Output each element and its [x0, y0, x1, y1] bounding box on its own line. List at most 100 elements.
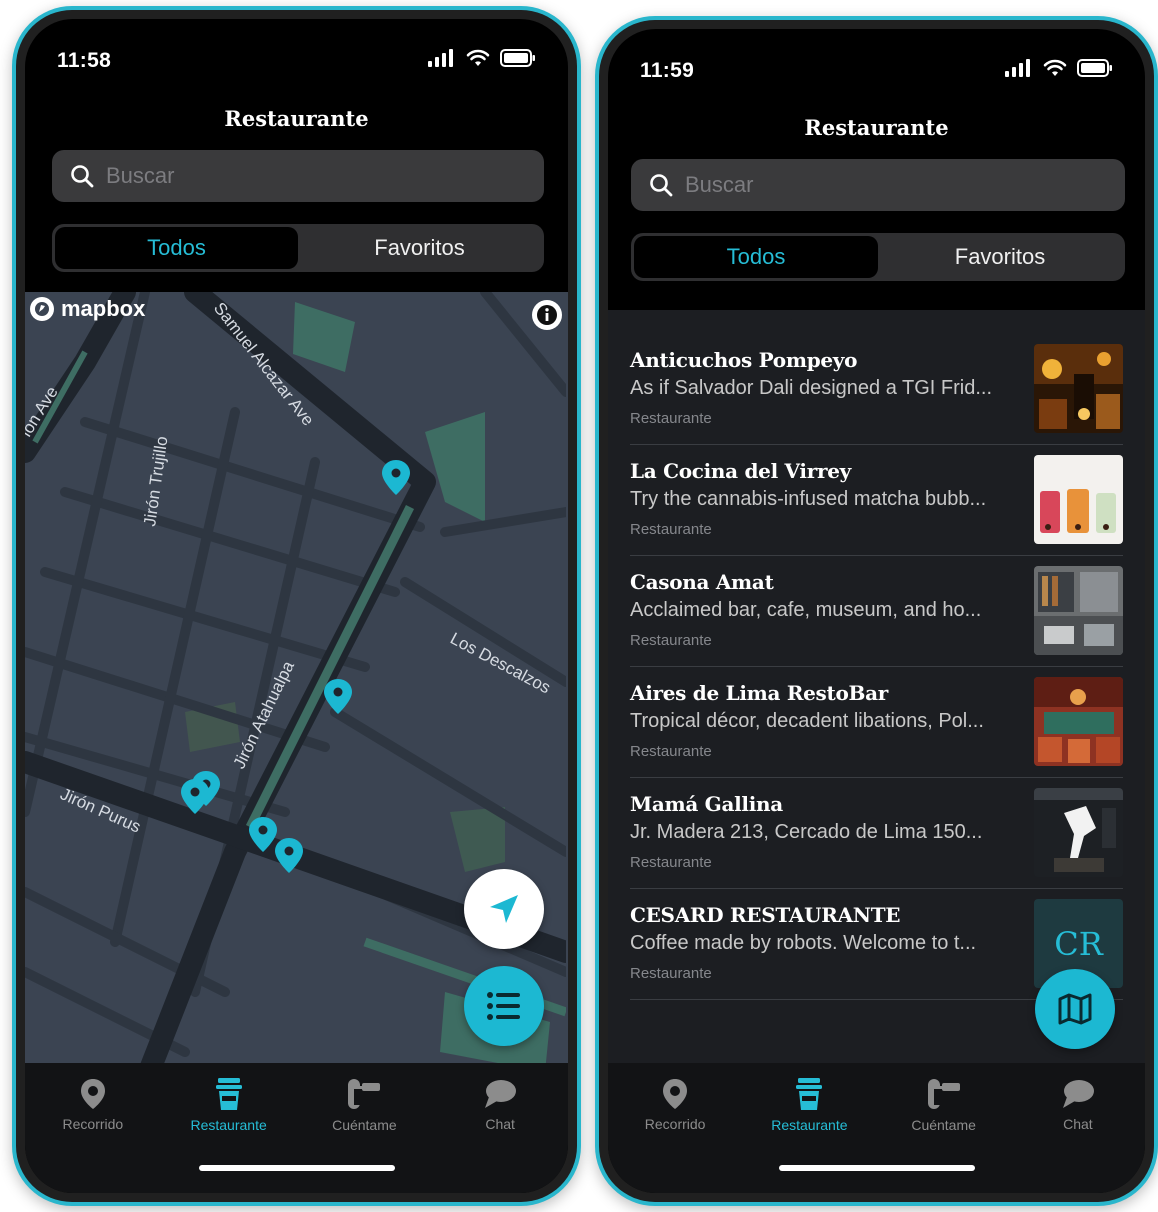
- search-input[interactable]: Buscar: [52, 150, 544, 202]
- signal-icon: [1005, 59, 1030, 77]
- phone-map-view: 11:58 Restaurante Buscar Todos Favoritos: [12, 6, 581, 1206]
- restaurant-name: Anticuchos Pompeyo: [630, 348, 858, 372]
- thumbnail-image: [1034, 788, 1123, 877]
- battery-icon: [1077, 59, 1112, 77]
- map-icon: [1058, 993, 1092, 1025]
- navigation-arrow-icon: [490, 895, 518, 923]
- tab-chat[interactable]: Chat: [432, 1078, 568, 1132]
- location-pin-icon: [80, 1079, 105, 1109]
- search-input[interactable]: Buscar: [631, 159, 1125, 211]
- phone-bezel: 11:58 Restaurante Buscar Todos Favoritos: [16, 10, 577, 1202]
- bottom-tab-bar: Recorrido Restaurante Cuéntame Chat: [608, 1063, 1145, 1193]
- screen: 11:59 Restaurante Buscar Todos Favoritos…: [608, 29, 1145, 1193]
- map-view-button[interactable]: [1035, 969, 1115, 1049]
- location-pin-icon: [663, 1079, 688, 1109]
- map-pin[interactable]: [382, 460, 410, 495]
- tab-label: Cuéntame: [332, 1117, 397, 1133]
- home-indicator: [198, 1165, 395, 1171]
- tab-favoritos[interactable]: Favoritos: [298, 227, 541, 269]
- restaurant-thumbnail: [1034, 677, 1123, 766]
- restaurant-name: La Cocina del Virrey: [630, 459, 851, 483]
- home-indicator: [778, 1165, 975, 1171]
- list-icon: [487, 992, 520, 1020]
- list-item[interactable]: La Cocina del Virrey Try the cannabis-in…: [630, 445, 1123, 556]
- thumbnail-image: [1034, 566, 1123, 655]
- thumbnail-initials: CR: [1054, 924, 1103, 963]
- tab-recorrido[interactable]: Recorrido: [25, 1078, 161, 1132]
- thumbnail-image: [1034, 455, 1123, 544]
- thumbnail-image: [1034, 344, 1123, 433]
- page-title: Restaurante: [804, 115, 949, 140]
- tab-label: Chat: [485, 1116, 515, 1132]
- bottom-tab-bar: Recorrido Restaurante Cuéntame Chat: [25, 1063, 568, 1193]
- restaurant-description: Acclaimed bar, cafe, museum, and ho...: [630, 599, 982, 621]
- segmented-control: Todos Favoritos: [52, 224, 544, 272]
- tab-cuentame[interactable]: Cuéntame: [297, 1077, 433, 1133]
- tab-label: Restaurante: [771, 1117, 848, 1133]
- audio-guide-icon: [348, 1079, 381, 1109]
- status-time: 11:58: [57, 49, 112, 72]
- status-time: 11:59: [640, 59, 695, 82]
- search-icon: [71, 165, 94, 188]
- restaurant-description: Tropical décor, decadent libations, Pol.…: [630, 710, 984, 732]
- restaurant-description: As if Salvador Dali designed a TGI Frid.…: [630, 377, 993, 399]
- tab-restaurante[interactable]: Restaurante: [161, 1077, 297, 1133]
- segmented-control: Todos Favoritos: [631, 233, 1125, 281]
- list-item[interactable]: Anticuchos Pompeyo As if Salvador Dali d…: [630, 334, 1123, 445]
- signal-icon: [428, 49, 453, 67]
- restaurant-name: CESARD RESTAURANTE: [630, 903, 901, 927]
- tab-label: Recorrido: [644, 1116, 706, 1132]
- tab-todos[interactable]: Todos: [55, 227, 298, 269]
- restaurant-category: Restaurante: [630, 632, 712, 649]
- wifi-icon: [1043, 59, 1067, 76]
- restaurant-category: Restaurante: [630, 854, 712, 871]
- phone-bezel: 11:59 Restaurante Buscar Todos Favoritos…: [599, 20, 1154, 1202]
- restaurant-category: Restaurante: [630, 410, 712, 427]
- restaurant-category: Restaurante: [630, 521, 712, 538]
- coffee-cup-icon: [215, 1078, 242, 1110]
- tab-chat[interactable]: Chat: [1011, 1078, 1145, 1132]
- map-view[interactable]: Samuel Alcazar Ave Jirón Trujillo Jirón …: [25, 292, 568, 1074]
- restaurant-thumbnail: [1034, 455, 1123, 544]
- info-icon: [537, 305, 557, 325]
- restaurant-thumbnail: [1034, 788, 1123, 877]
- search-placeholder: Buscar: [106, 163, 175, 188]
- restaurant-list: Anticuchos Pompeyo As if Salvador Dali d…: [608, 310, 1145, 1063]
- search-icon: [650, 174, 673, 197]
- restaurant-name: Mamá Gallina: [630, 792, 783, 816]
- map-pin[interactable]: [324, 679, 352, 714]
- thumbnail-image: [1034, 677, 1123, 766]
- restaurant-thumbnail: [1034, 566, 1123, 655]
- chat-bubble-icon: [485, 1080, 517, 1108]
- tab-label: Chat: [1063, 1116, 1093, 1132]
- page-title: Restaurante: [224, 106, 369, 131]
- wifi-icon: [466, 49, 490, 66]
- map-canvas[interactable]: Samuel Alcazar Ave Jirón Trujillo Jirón …: [25, 292, 566, 1074]
- list-item[interactable]: Mamá Gallina Jr. Madera 213, Cercado de …: [630, 778, 1123, 889]
- tab-todos[interactable]: Todos: [634, 236, 878, 278]
- tab-label: Recorrido: [62, 1116, 124, 1132]
- chat-bubble-icon: [1062, 1080, 1094, 1108]
- restaurant-name: Casona Amat: [630, 570, 774, 594]
- audio-guide-icon: [927, 1079, 960, 1109]
- status-icons: [1005, 59, 1113, 77]
- list-item[interactable]: Casona Amat Acclaimed bar, cafe, museum,…: [630, 556, 1123, 667]
- status-bar: 11:59: [608, 29, 1145, 89]
- restaurant-thumbnail: [1034, 344, 1123, 433]
- mapbox-logo-icon: [30, 297, 54, 321]
- restaurant-description: Try the cannabis-infused matcha bubb...: [630, 488, 987, 510]
- screen: 11:58 Restaurante Buscar Todos Favoritos: [25, 19, 568, 1193]
- mapbox-wordmark: mapbox: [61, 296, 146, 321]
- map-info-button[interactable]: [532, 300, 562, 330]
- locate-me-button[interactable]: [464, 869, 544, 949]
- tab-cuentame[interactable]: Cuéntame: [877, 1077, 1011, 1133]
- list-view-button[interactable]: [464, 966, 544, 1046]
- restaurant-name: Aires de Lima RestoBar: [630, 681, 888, 705]
- tab-recorrido[interactable]: Recorrido: [608, 1078, 742, 1132]
- mapbox-logo: mapbox: [29, 296, 145, 322]
- tab-favoritos[interactable]: Favoritos: [878, 236, 1122, 278]
- list-item[interactable]: Aires de Lima RestoBar Tropical décor, d…: [630, 667, 1123, 778]
- battery-icon: [500, 49, 535, 67]
- tab-restaurante[interactable]: Restaurante: [742, 1077, 876, 1133]
- restaurant-description: Jr. Madera 213, Cercado de Lima 150...: [630, 821, 983, 843]
